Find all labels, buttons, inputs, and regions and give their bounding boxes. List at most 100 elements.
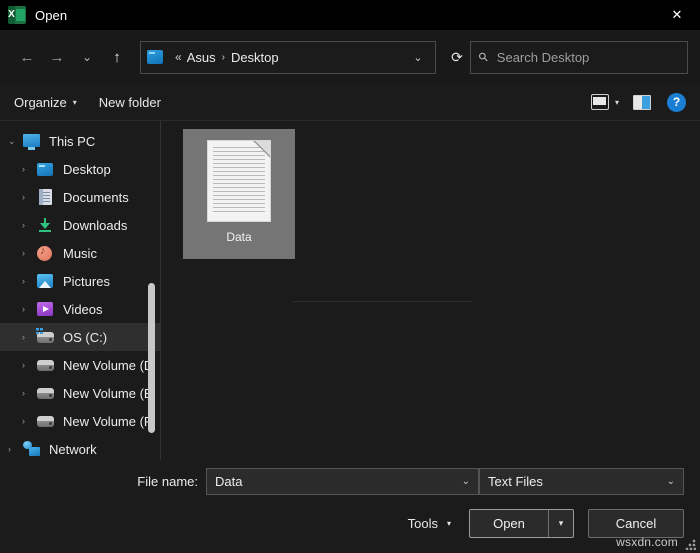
chevron-down-icon[interactable]: ⌄ bbox=[462, 476, 470, 487]
sidebar-item-label: Pictures bbox=[63, 273, 110, 289]
preview-pane-button[interactable] bbox=[633, 94, 651, 110]
sidebar-item-label: Downloads bbox=[63, 217, 128, 233]
breadcrumb-asus[interactable]: Asus bbox=[187, 50, 216, 65]
chevron-right-icon[interactable]: › bbox=[22, 388, 37, 398]
chevron-down-icon: ▾ bbox=[446, 518, 451, 528]
sidebar-item-music[interactable]: › Music bbox=[0, 239, 160, 267]
new-folder-button[interactable]: New folder bbox=[99, 95, 161, 110]
watermark: wsxdn.com bbox=[616, 535, 678, 549]
desktop-icon bbox=[37, 161, 55, 177]
command-toolbar: Organize ▾ New folder ▾ ? bbox=[0, 84, 700, 120]
this-pc-icon bbox=[23, 133, 41, 150]
close-icon[interactable]: ✕ bbox=[654, 0, 700, 30]
navigation-bar: ← → ⌄ ↑ « Asus › Desktop ⌄ ⟳ ⚲ Search De… bbox=[0, 30, 700, 84]
forward-button[interactable]: → bbox=[42, 42, 72, 72]
breadcrumb-separator: › bbox=[221, 51, 225, 63]
search-input[interactable]: Search Desktop bbox=[497, 50, 590, 65]
sidebar-item-desktop[interactable]: › Desktop bbox=[0, 155, 160, 183]
dialog-footer: File name: Data ⌄ Text Files ⌄ Tools ▾ O… bbox=[0, 460, 700, 553]
file-type-select[interactable]: Text Files ⌄ bbox=[479, 467, 684, 495]
text-document-icon bbox=[208, 141, 270, 221]
address-bar[interactable]: « Asus › Desktop ⌄ bbox=[140, 40, 436, 74]
file-name-label: Data bbox=[226, 230, 252, 244]
sidebar-item-label: OS (C:) bbox=[63, 329, 108, 345]
sidebar-item-network[interactable]: › Network bbox=[0, 435, 160, 460]
desktop-folder-icon bbox=[147, 50, 163, 64]
sidebar-item-label: Documents bbox=[63, 189, 129, 205]
chevron-right-icon[interactable]: › bbox=[22, 192, 37, 202]
filename-row: File name: Data ⌄ Text Files ⌄ bbox=[16, 460, 684, 502]
new-volume-f-icon bbox=[37, 413, 55, 429]
sidebar-item-label: This PC bbox=[49, 133, 96, 149]
recent-locations-button[interactable]: ⌄ bbox=[72, 42, 102, 72]
sidebar-item-label: New Volume (D bbox=[63, 357, 154, 373]
chevron-down-icon[interactable]: ⌄ bbox=[8, 136, 23, 147]
refresh-icon[interactable]: ⟳ bbox=[444, 49, 470, 66]
file-name-label-static: File name: bbox=[137, 473, 198, 489]
up-button[interactable]: ↑ bbox=[102, 42, 132, 72]
list-item[interactable]: Data bbox=[183, 129, 295, 259]
help-icon[interactable]: ? bbox=[667, 92, 686, 112]
chevron-right-icon[interactable]: › bbox=[22, 332, 37, 342]
search-box[interactable]: ⚲ Search Desktop bbox=[470, 40, 688, 74]
os-c-icon bbox=[36, 328, 55, 345]
sidebar-item-label: Desktop bbox=[63, 161, 111, 177]
view-options-icon bbox=[590, 94, 609, 110]
sidebar-item-label: New Volume (F bbox=[63, 413, 152, 429]
open-button[interactable]: Open bbox=[470, 510, 548, 537]
chevron-right-icon[interactable]: › bbox=[22, 276, 37, 286]
sidebar-item-os-c[interactable]: › OS (C:) bbox=[0, 323, 160, 351]
tools-button[interactable]: Tools ▾ bbox=[408, 516, 451, 531]
sidebar-item-new-volume-f[interactable]: › New Volume (F bbox=[0, 407, 160, 435]
sidebar-item-videos[interactable]: › Videos bbox=[0, 295, 160, 323]
chevron-right-icon[interactable]: › bbox=[22, 220, 37, 230]
file-name-input[interactable]: Data ⌄ bbox=[206, 467, 479, 495]
sidebar-item-downloads[interactable]: › Downloads bbox=[0, 211, 160, 239]
sidebar-item-documents[interactable]: › Documents bbox=[0, 183, 160, 211]
new-volume-d-icon bbox=[37, 357, 55, 373]
breadcrumb-desktop[interactable]: Desktop bbox=[231, 50, 279, 65]
back-button[interactable]: ← bbox=[12, 42, 42, 72]
sidebar-scrollbar[interactable] bbox=[148, 283, 155, 433]
chevron-right-icon[interactable]: › bbox=[22, 416, 37, 426]
cancel-button[interactable]: Cancel bbox=[588, 508, 684, 538]
sidebar-item-label: Videos bbox=[63, 301, 103, 317]
chevron-right-icon[interactable]: › bbox=[22, 360, 37, 370]
chevron-down-icon: ▾ bbox=[72, 97, 77, 107]
file-list[interactable]: Data bbox=[161, 121, 700, 460]
chevron-right-icon[interactable]: › bbox=[22, 304, 37, 314]
sidebar-item-label: Network bbox=[49, 441, 97, 457]
chevron-down-icon[interactable]: ⌄ bbox=[407, 51, 429, 64]
videos-icon bbox=[37, 301, 55, 317]
network-icon bbox=[23, 441, 41, 457]
organize-button[interactable]: Organize ▾ bbox=[14, 95, 77, 110]
sidebar-item-this-pc[interactable]: ⌄ This PC bbox=[0, 127, 160, 155]
open-file-dialog: X Open ✕ ← → ⌄ ↑ « Asus › Desktop ⌄ ⟳ ⚲ … bbox=[0, 0, 700, 553]
action-row: Tools ▾ Open ▾ Cancel bbox=[16, 502, 684, 544]
file-name-value: Data bbox=[215, 473, 243, 489]
chevron-right-icon[interactable]: › bbox=[8, 444, 23, 454]
new-folder-label: New folder bbox=[98, 94, 161, 110]
open-dropdown-icon[interactable]: ▾ bbox=[549, 510, 573, 537]
search-icon: ⚲ bbox=[475, 48, 492, 66]
tools-label: Tools bbox=[407, 515, 438, 531]
sidebar-item-new-volume-d[interactable]: › New Volume (D bbox=[0, 351, 160, 379]
sidebar-item-pictures[interactable]: › Pictures bbox=[0, 267, 160, 295]
sidebar-item-label: New Volume (E bbox=[63, 385, 153, 401]
new-volume-e-icon bbox=[37, 385, 55, 401]
chevron-right-icon[interactable]: › bbox=[22, 248, 37, 258]
navigation-tree: ⌄ This PC › Desktop › Documents › Downloads › Mus… bbox=[0, 121, 160, 460]
dialog-body: ⌄ This PC › Desktop › Documents › Downloads › Mus… bbox=[0, 120, 700, 460]
title-bar: X Open ✕ bbox=[0, 0, 700, 30]
preview-pane-icon bbox=[633, 94, 651, 110]
resize-grip[interactable] bbox=[685, 539, 696, 550]
open-split-button[interactable]: Open ▾ bbox=[469, 508, 574, 538]
excel-icon: X bbox=[8, 6, 26, 24]
chevron-down-icon[interactable]: ⌄ bbox=[667, 476, 675, 487]
chevron-right-icon[interactable]: › bbox=[22, 164, 37, 174]
breadcrumb-prefix: « bbox=[175, 50, 182, 64]
chevron-down-icon: ▾ bbox=[614, 97, 619, 107]
sidebar-item-new-volume-e[interactable]: › New Volume (E bbox=[0, 379, 160, 407]
downloads-icon bbox=[37, 217, 55, 233]
view-options-button[interactable]: ▾ bbox=[590, 94, 619, 110]
